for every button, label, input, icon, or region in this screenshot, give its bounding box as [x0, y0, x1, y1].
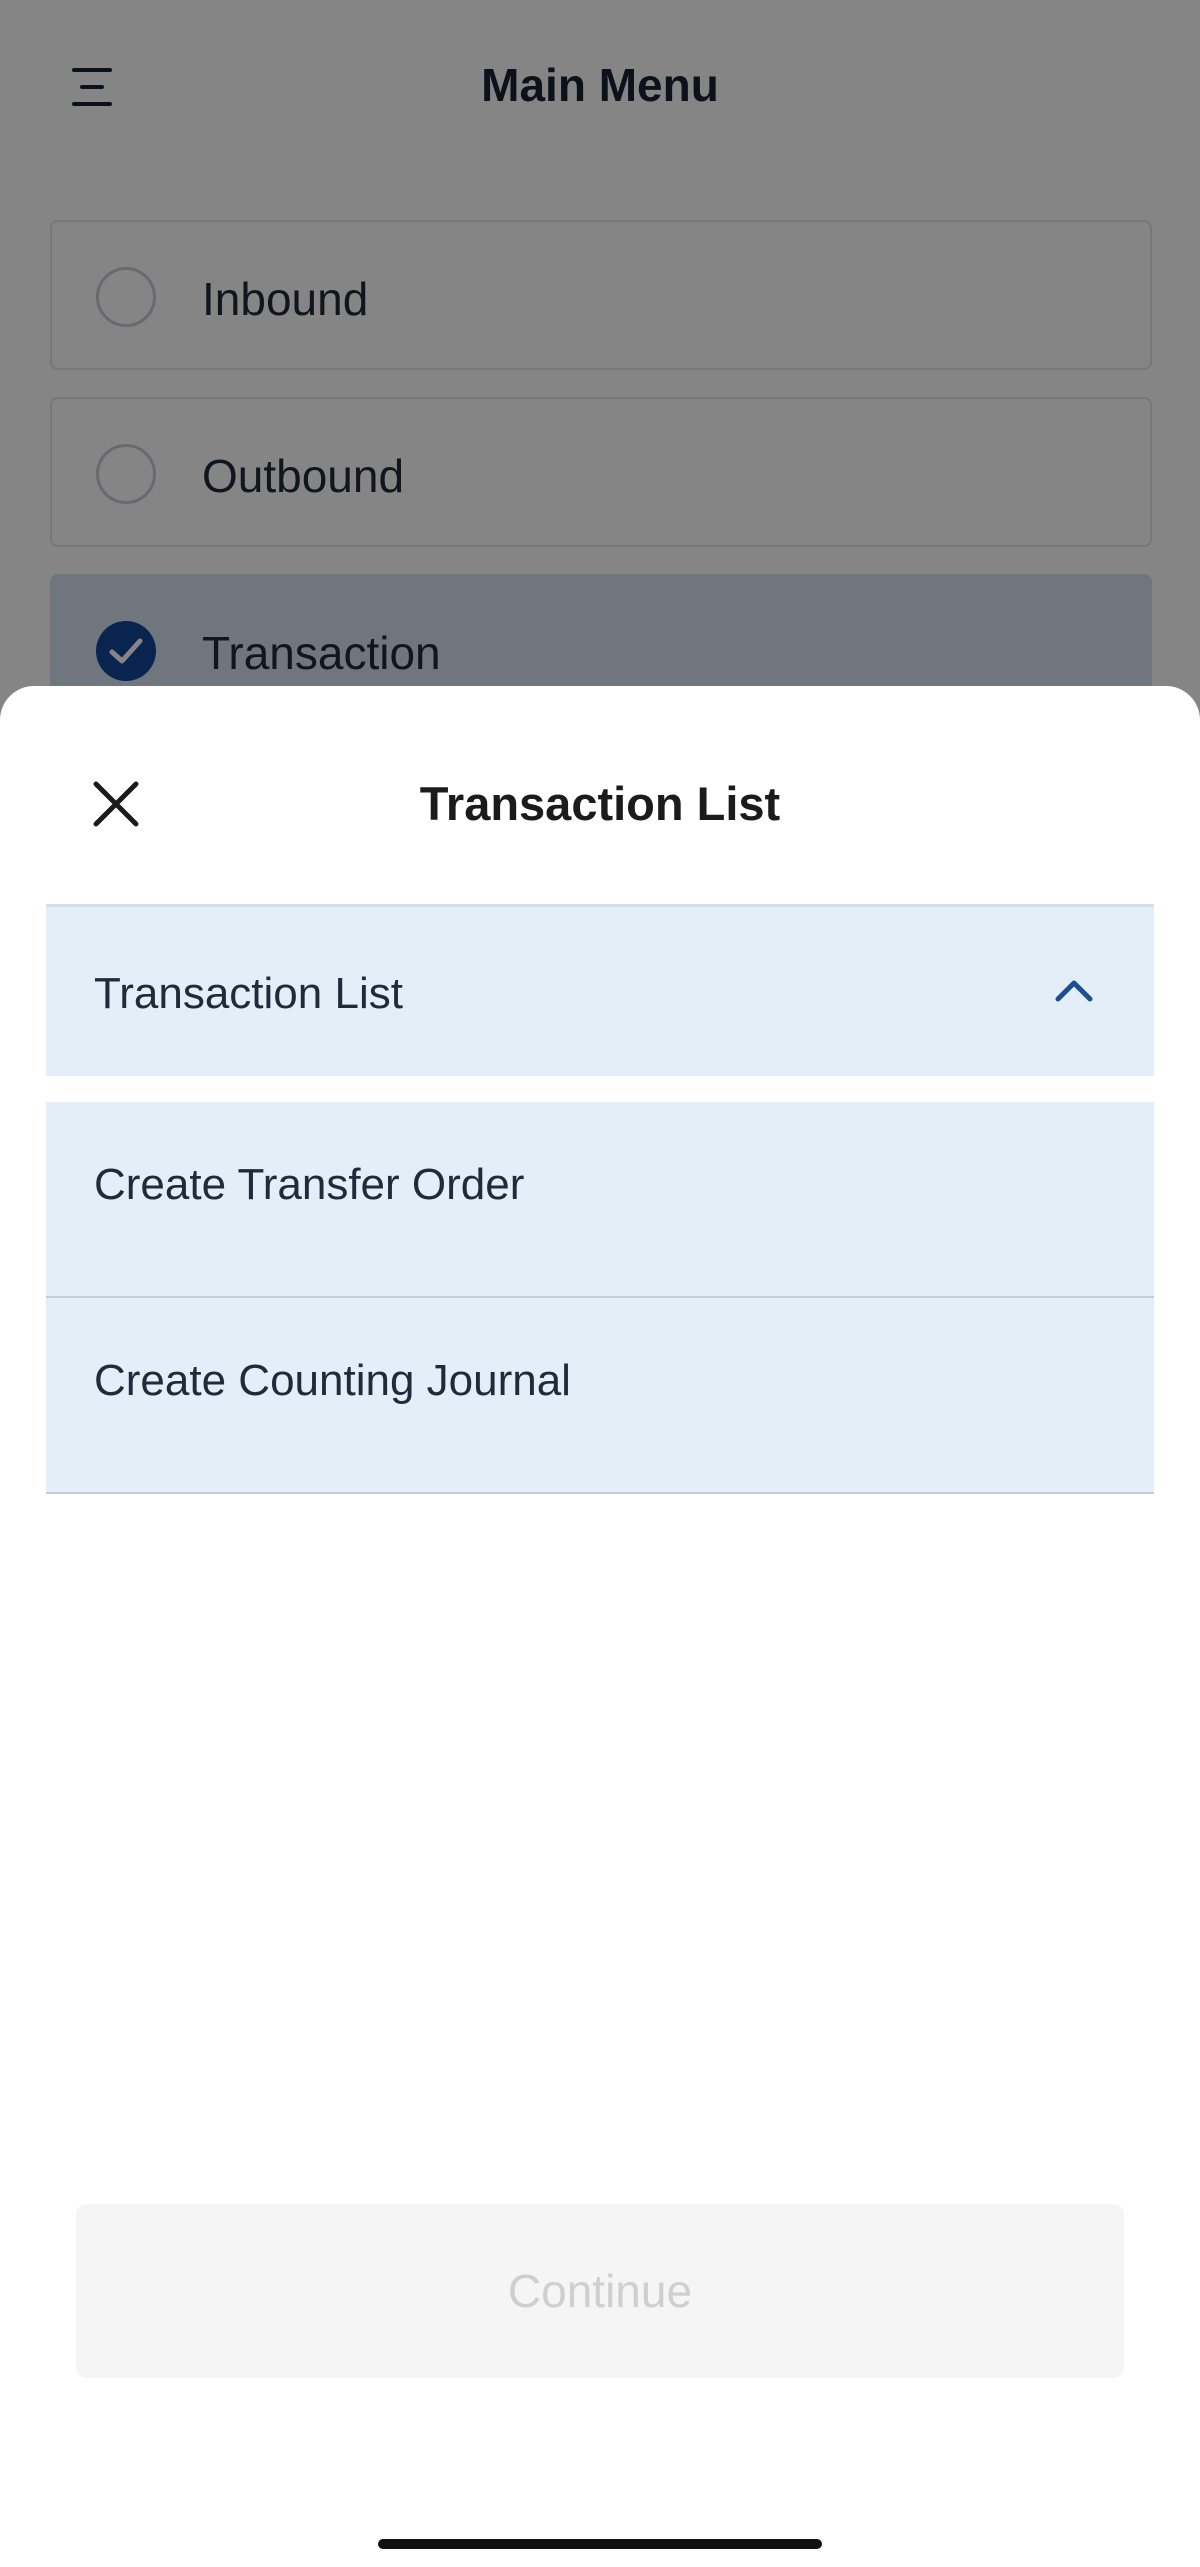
- transaction-list-sheet: Transaction List Transaction List Create…: [0, 686, 1200, 2567]
- home-indicator: [378, 2539, 822, 2549]
- accordion-header[interactable]: Transaction List: [46, 904, 1154, 1076]
- list-item-create-transfer-order[interactable]: Create Transfer Order: [46, 1102, 1154, 1298]
- sheet-title: Transaction List: [419, 777, 781, 830]
- list-item-label: Create Counting Journal: [94, 1356, 571, 1405]
- chevron-up-icon[interactable]: [1052, 975, 1096, 1005]
- list-item-label: Create Transfer Order: [94, 1160, 525, 1209]
- accordion-items: Create Transfer Order Create Counting Jo…: [46, 1102, 1154, 1494]
- transaction-accordion: Transaction List Create Transfer Order C…: [46, 904, 1154, 1494]
- list-item-create-counting-journal[interactable]: Create Counting Journal: [46, 1298, 1154, 1494]
- accordion-title: Transaction List: [94, 969, 403, 1018]
- continue-button[interactable]: Continue: [76, 2204, 1124, 2378]
